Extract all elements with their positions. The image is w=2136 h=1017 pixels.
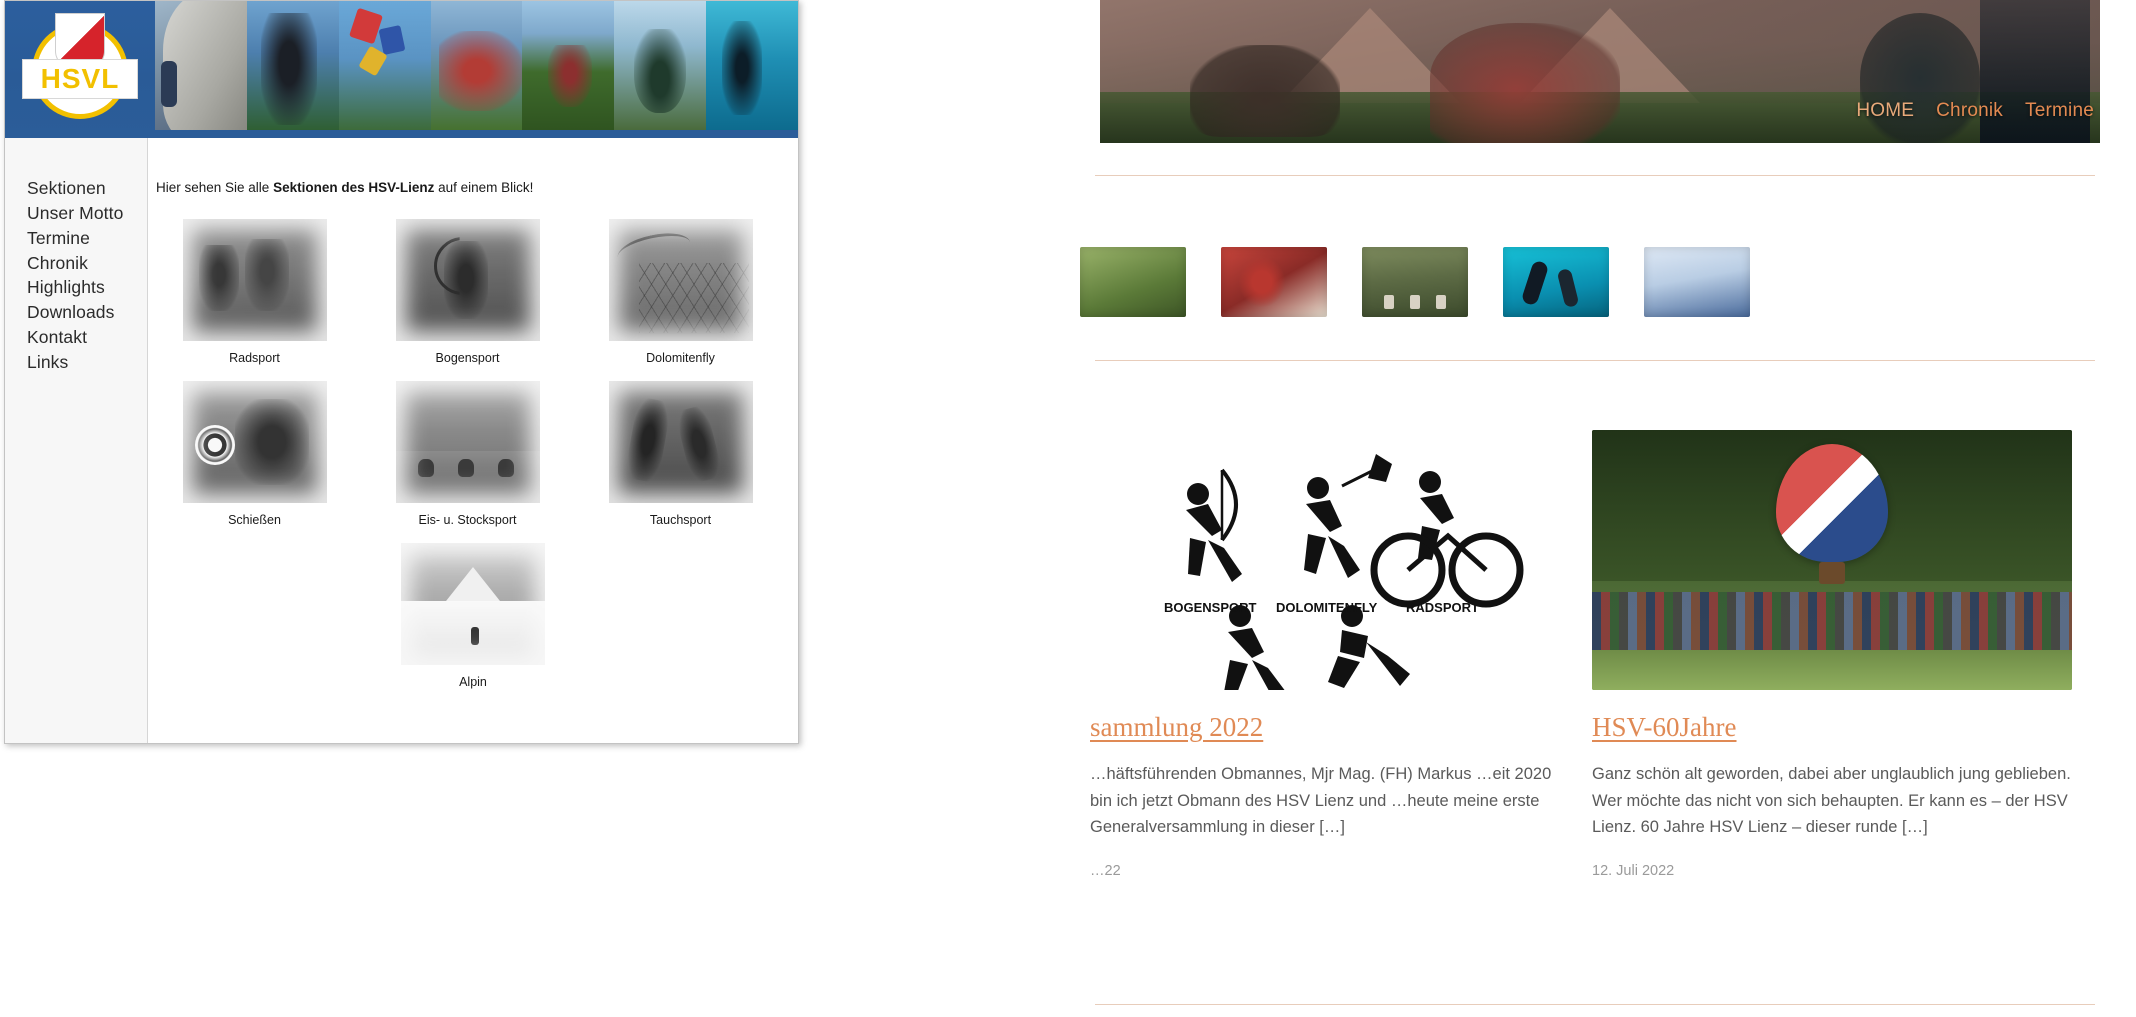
section-tile-radsport[interactable]: Radsport: [148, 219, 361, 365]
thumbnail-alpin[interactable]: [1644, 247, 1750, 317]
section-thumb-alpin[interactable]: [401, 543, 545, 665]
nav-item-home[interactable]: HOME: [1856, 100, 1914, 122]
divider-bottom: [1095, 1004, 2095, 1005]
balloon-basket: [1819, 562, 1845, 584]
hero-figure-cyclist: [1430, 23, 1620, 143]
article-date: 12. Juli 2022: [1592, 863, 1675, 880]
section-tile-eis-stocksport[interactable]: Eis- u. Stocksport: [361, 381, 574, 527]
legacy-site-screenshot: HSVL Sektionen Unser Motto Termine Chron…: [4, 0, 799, 744]
legacy-banner-collage: [155, 1, 798, 130]
banner-climbing: [155, 1, 247, 130]
sidebar-item-sektionen[interactable]: Sektionen: [27, 176, 147, 201]
section-tile-alpin[interactable]: Alpin: [367, 543, 580, 689]
banner-cycling: [522, 1, 615, 130]
divider-top: [1095, 175, 2095, 176]
hsvl-logo[interactable]: HSVL: [19, 13, 141, 123]
article-card-list: BOGENSPORT DOLOMITENFLY RADSPORT sammlun…: [1090, 430, 2072, 879]
section-label: Bogensport: [435, 351, 500, 365]
section-thumb-eis-stocksport[interactable]: [395, 381, 540, 503]
logo-nameplate: HSVL: [22, 59, 138, 99]
banner-stocksport: [614, 1, 707, 130]
main-navigation[interactable]: HOME Chronik Termine: [1856, 100, 2094, 122]
section-thumbnail-strip[interactable]: [1080, 247, 1750, 317]
intro-text: Hier sehen Sie alle Sektionen des HSV-Li…: [148, 180, 798, 195]
hero-figure-archer: [1190, 45, 1340, 137]
sidebar-item-highlights[interactable]: Highlights: [27, 275, 147, 300]
article-title-link[interactable]: HSV-60Jahre: [1592, 712, 2072, 743]
legacy-sidebar-nav[interactable]: Sektionen Unser Motto Termine Chronik Hi…: [5, 138, 148, 743]
article-card-generalversammlung[interactable]: BOGENSPORT DOLOMITENFLY RADSPORT sammlun…: [1090, 430, 1570, 879]
sports-pictogram-illustration: BOGENSPORT DOLOMITENFLY RADSPORT: [1164, 454, 1524, 690]
intro-bold: Sektionen des HSV-Lienz: [273, 180, 435, 195]
thumbnail-eisstock[interactable]: [1362, 247, 1468, 317]
nav-item-termine[interactable]: Termine: [2025, 100, 2094, 122]
banner-shooting: [430, 1, 523, 130]
section-tile-tauchsport[interactable]: Tauchsport: [574, 381, 787, 527]
hero-figure-stocksport: [1860, 13, 1980, 143]
section-label: Tauchsport: [649, 513, 712, 527]
section-thumb-tauchsport[interactable]: [608, 381, 753, 503]
group-of-people: [1592, 592, 2072, 654]
article-card-hsv-60jahre[interactable]: HSV-60Jahre Ganz schön alt geworden, dab…: [1592, 430, 2072, 879]
svg-text:BOGENSPORT: BOGENSPORT: [1164, 600, 1257, 615]
legacy-header: HSVL: [5, 1, 798, 138]
section-label: Dolomitenfly: [646, 351, 715, 365]
logo-text: HSVL: [40, 63, 120, 94]
section-tile-schiessen[interactable]: Schießen: [148, 381, 361, 527]
sidebar-item-links[interactable]: Links: [27, 350, 147, 375]
banner-paragliding: [338, 1, 431, 130]
sidebar-item-termine[interactable]: Termine: [27, 226, 147, 251]
section-label: Schießen: [228, 513, 281, 527]
article-date: …22: [1090, 863, 1121, 880]
article-image-pictograms: BOGENSPORT DOLOMITENFLY RADSPORT: [1090, 430, 1570, 690]
section-thumb-schiessen[interactable]: [182, 381, 327, 503]
section-label: Radsport: [229, 351, 280, 365]
section-grid: Radsport Bogensport Dolomitenfly Schieße…: [148, 219, 798, 705]
sidebar-item-kontakt[interactable]: Kontakt: [27, 325, 147, 350]
sidebar-item-downloads[interactable]: Downloads: [27, 300, 147, 325]
legacy-body: Sektionen Unser Motto Termine Chronik Hi…: [5, 138, 798, 743]
thumbnail-bogensport[interactable]: [1221, 247, 1327, 317]
section-thumb-radsport[interactable]: [182, 219, 327, 341]
intro-suffix: auf einem Blick!: [434, 180, 534, 195]
article-image-group-photo: [1592, 430, 2072, 690]
section-label: Eis- u. Stocksport: [418, 513, 517, 527]
section-tile-dolomitenfly[interactable]: Dolomitenfly: [574, 219, 787, 365]
nav-item-chronik[interactable]: Chronik: [1936, 100, 2003, 122]
section-thumb-dolomitenfly[interactable]: [608, 219, 753, 341]
intro-prefix: Hier sehen Sie alle: [156, 180, 274, 195]
divider-middle: [1095, 360, 2095, 361]
legacy-content-area: Hier sehen Sie alle Sektionen des HSV-Li…: [148, 138, 798, 743]
thumbnail-tauchsport[interactable]: [1503, 247, 1609, 317]
grass-foreground: [1592, 650, 2072, 690]
section-thumb-bogensport[interactable]: [395, 219, 540, 341]
section-grid-last-row: Alpin: [148, 543, 798, 705]
section-label: Alpin: [459, 675, 487, 689]
banner-archery: [246, 1, 339, 130]
svg-text:RADSPORT: RADSPORT: [1406, 600, 1479, 615]
sidebar-item-chronik[interactable]: Chronik: [27, 251, 147, 276]
sidebar-item-unser-motto[interactable]: Unser Motto: [27, 201, 147, 226]
article-title-link[interactable]: sammlung 2022: [1090, 712, 1570, 743]
svg-text:DOLOMITENFLY: DOLOMITENFLY: [1276, 600, 1378, 615]
thumbnail-stocksport[interactable]: [1080, 247, 1186, 317]
article-excerpt: Ganz schön alt geworden, dabei aber ungl…: [1592, 765, 2071, 837]
section-tile-bogensport[interactable]: Bogensport: [361, 219, 574, 365]
article-excerpt: …häftsführenden Obmannes, Mjr Mag. (FH) …: [1090, 765, 1552, 837]
banner-diving: [706, 1, 798, 130]
